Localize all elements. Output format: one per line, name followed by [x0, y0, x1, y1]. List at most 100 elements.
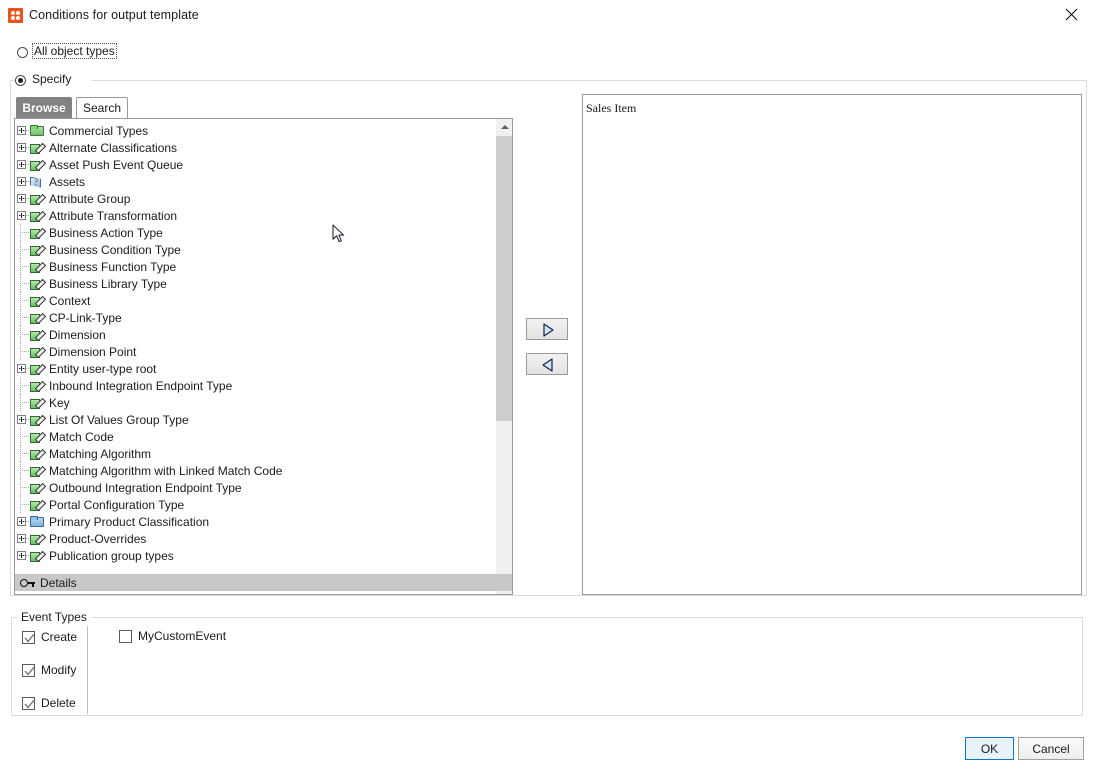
tree-row[interactable]: Business Action Type: [15, 224, 495, 241]
tree-row[interactable]: Outbound Integration Endpoint Type: [15, 479, 495, 496]
tree-row[interactable]: Attribute Transformation: [15, 207, 495, 224]
note-green-icon: [30, 312, 45, 325]
tab-search-label: Search: [82, 101, 122, 115]
tree-item-icon: [29, 447, 46, 461]
checkbox-mycustomevent[interactable]: MyCustomEvent: [119, 629, 226, 643]
note-green-icon: [30, 261, 45, 274]
tree-expander-icon[interactable]: [15, 530, 29, 547]
tree-expander-icon[interactable]: [15, 547, 29, 564]
event-types-divider: [87, 626, 88, 714]
note-green-icon: [30, 159, 45, 172]
tab-search[interactable]: Search: [76, 97, 128, 118]
checkbox-modify-box: [22, 663, 35, 677]
tab-browse[interactable]: Browse: [16, 97, 72, 118]
tree-item-label: Matching Algorithm: [49, 446, 152, 461]
tree-expander-icon[interactable]: [15, 513, 29, 530]
tree-connector: [15, 462, 29, 479]
ok-button-label: OK: [980, 741, 999, 756]
tree-connector: [15, 258, 29, 275]
tree-item-label: Publication group types: [49, 548, 174, 563]
note-green-icon: [30, 244, 45, 257]
details-bar-label: Details: [40, 575, 77, 590]
cancel-button[interactable]: Cancel: [1018, 737, 1084, 760]
tree-item-icon: [29, 192, 46, 206]
tree-item-icon: [29, 294, 46, 308]
tree-expander-icon[interactable]: [15, 190, 29, 207]
tree-expander-icon[interactable]: [15, 139, 29, 156]
tree-item-icon: [29, 277, 46, 291]
tree-expander-icon[interactable]: [15, 411, 29, 428]
selected-list-item[interactable]: Sales Item: [586, 101, 636, 116]
tree-item-icon: [29, 124, 46, 138]
tree-item-label: Primary Product Classification: [49, 514, 210, 529]
tree-item-icon: [29, 328, 46, 342]
object-type-tree[interactable]: Commercial Types Alternate Classification…: [15, 119, 495, 594]
tree-row[interactable]: Dimension Point: [15, 343, 495, 360]
tree-row[interactable]: Inbound Integration Endpoint Type: [15, 377, 495, 394]
tree-item-icon: [29, 141, 46, 155]
tree-row[interactable]: Match Code: [15, 428, 495, 445]
folder-green-icon: [30, 124, 44, 136]
radio-specify[interactable]: Specify: [15, 72, 91, 87]
checkbox-modify[interactable]: Modify: [22, 663, 76, 677]
tree-row[interactable]: Attribute Group: [15, 190, 495, 207]
tree-row[interactable]: Matching Algorithm with Linked Match Cod…: [15, 462, 495, 479]
tree-expander-icon[interactable]: [15, 173, 29, 190]
tree-row[interactable]: Matching Algorithm: [15, 445, 495, 462]
tree-item-label: Business Library Type: [49, 276, 167, 291]
tree-row[interactable]: Dimension: [15, 326, 495, 343]
tree-row[interactable]: Asset Push Event Queue: [15, 156, 495, 173]
tree-item-icon: [29, 260, 46, 274]
checkbox-mycustomevent-box: [119, 629, 132, 643]
note-green-icon: [30, 227, 45, 240]
tree-item-label: Context: [49, 293, 91, 308]
tree-item-icon: [29, 532, 46, 546]
tree-expander-icon[interactable]: [15, 360, 29, 377]
tree-connector: [15, 428, 29, 445]
tree-row[interactable]: Context: [15, 292, 495, 309]
checkbox-delete[interactable]: Delete: [22, 696, 76, 710]
checkbox-create[interactable]: Create: [22, 630, 77, 644]
tree-item-icon: [29, 481, 46, 495]
tree-item-icon: [29, 549, 46, 563]
tree-row[interactable]: Publication group types: [15, 547, 495, 564]
tree-expander-icon[interactable]: [15, 156, 29, 173]
tree-row[interactable]: Commercial Types: [15, 122, 495, 139]
selected-object-types-panel[interactable]: Sales Item: [582, 94, 1082, 595]
tree-row[interactable]: Business Condition Type: [15, 241, 495, 258]
tree-item-label: Business Action Type: [49, 225, 163, 240]
tree-row[interactable]: Entity user-type root: [15, 360, 495, 377]
tree-expander-icon[interactable]: [15, 207, 29, 224]
tree-row[interactable]: Business Function Type: [15, 258, 495, 275]
tree-item-label: Commercial Types: [49, 123, 149, 138]
tree-row[interactable]: ? Assets: [15, 173, 495, 190]
tree-connector: [15, 309, 29, 326]
checkbox-create-label: Create: [41, 630, 78, 644]
tree-row[interactable]: CP-Link-Type: [15, 309, 495, 326]
tree-row[interactable]: Primary Product Classification: [15, 513, 495, 530]
checkbox-delete-label: Delete: [41, 696, 76, 710]
tree-row[interactable]: Key: [15, 394, 495, 411]
remove-from-selection-button[interactable]: [526, 353, 568, 375]
tree-vertical-scrollbar[interactable]: [495, 119, 512, 594]
tree-expander-icon[interactable]: [15, 122, 29, 139]
tree-row[interactable]: Product-Overrides: [15, 530, 495, 547]
add-to-selection-button[interactable]: [526, 318, 568, 340]
tree-row[interactable]: Alternate Classifications: [15, 139, 495, 156]
tree-item-label: Product-Overrides: [49, 531, 147, 546]
tree-item-label: Assets: [49, 174, 86, 189]
checkbox-delete-box: [22, 696, 35, 710]
tree-row[interactable]: Portal Configuration Type: [15, 496, 495, 513]
close-icon[interactable]: [1049, 0, 1095, 30]
scroll-up-icon[interactable]: [496, 119, 512, 136]
tree-item-icon: [29, 362, 46, 376]
details-bar[interactable]: Details: [15, 574, 512, 591]
tree-row[interactable]: List Of Values Group Type: [15, 411, 495, 428]
scrollbar-thumb[interactable]: [496, 136, 512, 421]
tree-item-label: Matching Algorithm with Linked Match Cod…: [49, 463, 283, 478]
tree-row[interactable]: Business Library Type: [15, 275, 495, 292]
tree-connector: [15, 479, 29, 496]
tree-connector: [15, 326, 29, 343]
ok-button[interactable]: OK: [965, 737, 1014, 760]
radio-all-object-types-indicator: [17, 47, 28, 58]
